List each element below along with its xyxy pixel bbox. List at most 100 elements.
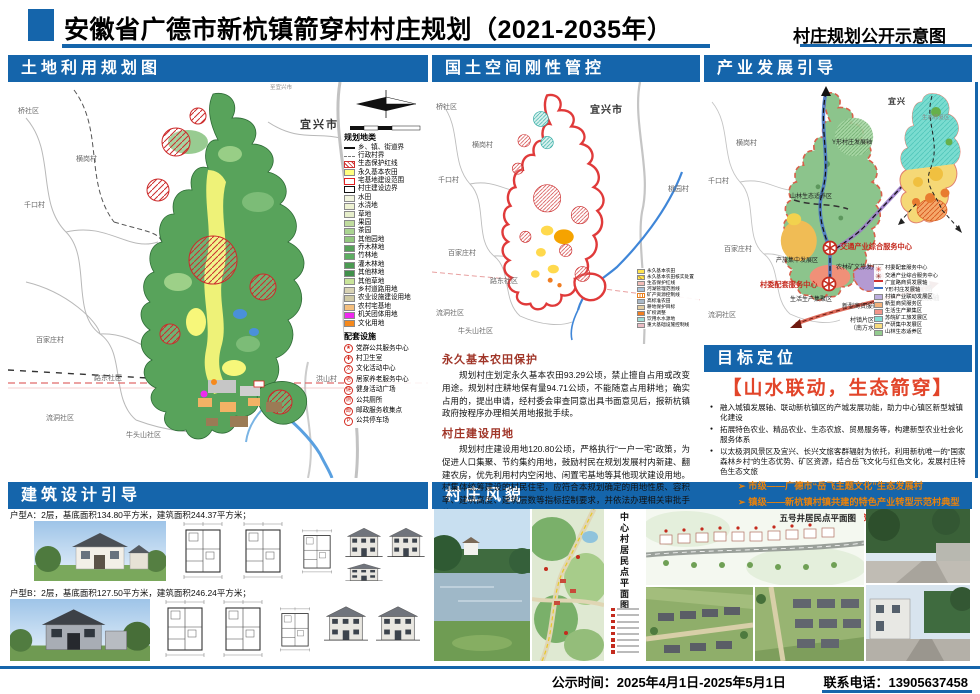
legend-swatch: [344, 270, 355, 277]
hub-icon-traffic: [824, 242, 837, 255]
legend-label: 农村宅基地: [358, 304, 391, 311]
legend-label: 行政村界: [358, 153, 384, 160]
right-blue-rule: [975, 82, 978, 478]
micro-legend-row: [611, 626, 639, 630]
legend-item: 果园: [344, 220, 428, 227]
legend-icon: 老: [344, 376, 353, 385]
legend-item: 灌木林地: [344, 262, 428, 269]
goal-bullet: 融入城镇发展轴、联动新杭镇区的产城发展功能，助力中心镇区新型城镇化建设: [710, 403, 966, 423]
legend-swatch: [344, 245, 355, 252]
legend-label: 党群公共服务中心: [356, 346, 409, 353]
legend-item: 山林生态适养区: [874, 330, 971, 336]
control-text-block: 永久基本农田保护 规划村庄划定永久基本农田93.29公顷，禁止擅自占用或改变用途…: [432, 344, 700, 479]
legend-swatch: [637, 269, 645, 274]
industry-map: 横岗村 千口村 百家庄村 流洞社区 Y形村庄发展轴 山林生态适养区 产旅集中发展…: [704, 82, 972, 340]
map-label: 百家庄村: [448, 250, 476, 257]
panel-title-goal: 目标定位: [704, 345, 972, 372]
micro-legend-row: [611, 620, 639, 624]
legend-swatch: [344, 178, 355, 185]
village-road-photo: [866, 509, 970, 583]
legend-swatch: [344, 203, 355, 210]
zone-label: 山林生态适养区: [790, 194, 832, 200]
elevation-drawing: [344, 561, 384, 583]
legend-swatch: [344, 236, 355, 243]
center-plan-caption: 中心村居民点平面图: [618, 512, 631, 611]
legend-item: 水田: [344, 195, 428, 202]
legend-label: 产研集中发展区: [885, 323, 922, 328]
legend-icon: 文: [344, 365, 353, 374]
legend-item: 村镇产业联动发展区: [874, 294, 971, 300]
floor-plan-drawing: [216, 597, 270, 659]
legend-swatch: [637, 293, 645, 298]
legend-item: ✳交通产业综合服务中心: [874, 273, 971, 279]
elevation-drawing: [322, 601, 370, 645]
control-map: 宜兴市 桥社区 横岗村 千口村 桃园村 百家庄村 路东社区 流洞社区 牛头山社区…: [432, 82, 700, 344]
micro-legend-row: [611, 608, 639, 612]
legend-item: 文化用地: [344, 320, 428, 327]
industry-legend: ✳村委配套服务中心✳交通产业综合服务中心广宜路商贸发展轴Y形村庄发展轴村镇产业联…: [874, 265, 971, 337]
legend-label: 文化用地: [358, 321, 384, 328]
legend-icon: P: [344, 417, 353, 426]
master-plan-rendering: [532, 509, 604, 661]
map-label-city: 宜兴市: [590, 106, 623, 116]
legend-item: 村庄建设边界: [344, 186, 428, 193]
floor-plan-drawing: [296, 527, 338, 575]
legend-item: 草地: [344, 211, 428, 218]
legend-label: 公共停车场: [356, 418, 389, 425]
legend-label: 苏皖矿工旅发展区: [885, 316, 927, 321]
house-type-b-label: 户型B：2层，基底面积127.50平方米，建筑面积246.24平方米；: [10, 587, 251, 599]
facility-item: ✚村卫生室: [344, 355, 428, 364]
legend-list: 永久基本农田永久基本农田核实处置生态保护红线河湖管理范围线矿产资源控制线高标准农…: [637, 269, 699, 328]
zone-label: 生活生产集聚区: [790, 297, 832, 303]
legend-label: 文化活动中心: [356, 366, 396, 373]
legend-label: 其他草地: [358, 279, 384, 286]
title-underline: [62, 44, 710, 48]
legend-item: 乡村道路用地: [344, 287, 428, 294]
legend-label: 村委配套服务中心: [885, 266, 927, 271]
legend-label: 其他园地: [358, 237, 384, 244]
elevation-drawing: [386, 523, 426, 561]
panel-title-industry: 产业发展引导: [704, 55, 972, 82]
legend-label: 交通产业综合服务中心: [885, 274, 938, 279]
legend-label: 水田: [358, 195, 371, 202]
hub-label-village: 村委配套服务中心: [760, 281, 818, 288]
legend-swatch: [874, 316, 883, 322]
hub-label-traffic: 交通产业综合服务中心: [840, 243, 912, 250]
legend-label: 乡、镇、街道界: [358, 145, 404, 152]
legend-item: 农业设施建设用地: [344, 295, 428, 302]
zone-label: Y形村庄发展轴: [832, 140, 872, 146]
legend-item: 产研集中发展区: [874, 323, 971, 329]
map-label: 百家庄村: [724, 246, 752, 253]
legend-label: 灌木林地: [358, 262, 384, 269]
legend-swatch: [344, 278, 355, 285]
micro-legend-row: [611, 632, 639, 636]
legend-item: 茶园: [344, 228, 428, 235]
map-label-city: 宜兴: [888, 98, 906, 106]
panel-title-architecture: 建筑设计引导: [8, 482, 428, 509]
legend-swatch: [637, 287, 645, 292]
legend-icon: 健: [344, 386, 353, 395]
wujinghao-plan-caption: 五号井居民点平面图: [779, 512, 856, 524]
panel-title-land-use: 土地利用规划图: [8, 55, 428, 82]
legend-swatch: [344, 320, 355, 327]
map-label: 百家庄村: [36, 337, 64, 344]
legend-icon: ✚: [344, 355, 353, 364]
legend-icon: ★: [344, 344, 353, 353]
map-label: 千口村: [438, 177, 459, 184]
map-label: 牛头山社区: [126, 432, 161, 439]
floor-plan-drawing: [236, 519, 290, 581]
legend-swatch: [637, 275, 645, 280]
footer-text: 公示时间：2025年4月1日-2025年5月1日 联系电话：1390563745…: [552, 672, 968, 691]
legend-item: Y形村庄发展轴: [874, 287, 971, 293]
legend-item: 宅基地建设范围: [344, 178, 428, 185]
legend-swatch: [874, 309, 883, 315]
publicity-period: 公示时间：2025年4月1日-2025年5月1日: [552, 675, 786, 690]
micro-legend-row: [611, 644, 639, 648]
legend-label: 村镇产业联动发展区: [885, 295, 933, 300]
facility-list: ★党群公共服务中心✚村卫生室文文化活动中心老居家养老服务中心健健身活动广场厕公共…: [344, 344, 428, 426]
legend-label: 其他林地: [358, 270, 384, 277]
section-body: 规划村庄划定永久基本农田93.29公顷，禁止擅自占用或改变用途。规划村庄耕地保有…: [442, 369, 690, 420]
legend-swatch: [344, 211, 355, 218]
legend-label: 邮政服务收集点: [356, 408, 402, 415]
aerial-rendering: [646, 587, 753, 661]
